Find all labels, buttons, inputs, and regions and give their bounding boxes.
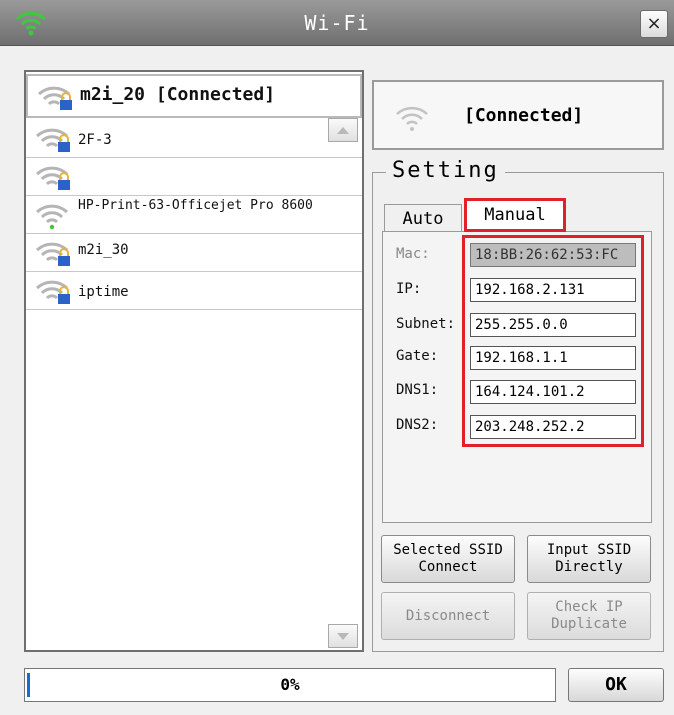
dns1-label: DNS1: xyxy=(396,382,439,398)
wifi-icon xyxy=(35,204,69,230)
network-item-m2i-20[interactable]: m2i_20 [Connected] xyxy=(26,74,362,118)
subnet-label: Subnet: xyxy=(396,316,456,332)
ip-label: IP: xyxy=(396,281,422,297)
input-ssid-directly-button[interactable]: Input SSID Directly xyxy=(527,535,651,583)
title-bar: Wi-Fi × xyxy=(0,0,674,46)
network-item-iptime[interactable]: iptime xyxy=(26,272,362,310)
mac-label: Mac: xyxy=(396,246,430,262)
disconnect-button[interactable]: Disconnect xyxy=(381,592,515,640)
network-list[interactable]: m2i_20 [Connected] 2F-3 HP-Print-63-Offi… xyxy=(24,70,364,652)
network-ssid: iptime xyxy=(78,284,129,300)
ok-button[interactable]: OK xyxy=(568,668,664,702)
network-item-hp-print[interactable]: HP-Print-63-Officejet Pro 8600 xyxy=(26,196,362,234)
wifi-lock-icon xyxy=(35,166,70,190)
close-button[interactable]: × xyxy=(640,10,668,38)
scroll-up-button[interactable] xyxy=(328,118,358,142)
wifi-lock-icon xyxy=(35,128,70,152)
selected-ssid-connect-button[interactable]: Selected SSID Connect xyxy=(381,535,515,583)
network-item-hidden[interactable] xyxy=(26,158,362,196)
network-item-2f-3[interactable]: 2F-3 xyxy=(26,120,362,158)
check-ip-duplicate-button[interactable]: Check IP Duplicate xyxy=(527,592,651,640)
progress-bar: 0% xyxy=(24,668,556,702)
progress-text: 0% xyxy=(280,675,300,694)
scroll-down-button[interactable] xyxy=(328,624,358,648)
wifi-icon xyxy=(396,106,428,131)
dns2-label: DNS2: xyxy=(396,417,439,433)
network-item-m2i-30[interactable]: m2i_30 xyxy=(26,234,362,272)
connection-status-text: [Connected] xyxy=(464,105,584,126)
window-title: Wi-Fi xyxy=(304,11,370,35)
triangle-down-icon xyxy=(337,633,349,640)
wifi-lock-icon xyxy=(37,86,72,110)
tab-manual[interactable]: Manual xyxy=(464,198,566,232)
triangle-up-icon xyxy=(337,127,349,134)
highlight-frame xyxy=(462,235,644,447)
wifi-lock-icon xyxy=(35,242,70,266)
network-ssid: m2i_20 [Connected] xyxy=(80,84,276,105)
network-ssid: HP-Print-63-Officejet Pro 8600 xyxy=(78,198,313,213)
gate-label: Gate: xyxy=(396,348,439,364)
wifi-lock-icon xyxy=(35,280,70,304)
setting-legend: Setting xyxy=(386,158,505,183)
connection-status-panel: [Connected] xyxy=(372,80,664,150)
network-ssid: 2F-3 xyxy=(78,132,112,148)
tab-auto[interactable]: Auto xyxy=(384,204,462,232)
network-ssid: m2i_30 xyxy=(78,242,129,258)
